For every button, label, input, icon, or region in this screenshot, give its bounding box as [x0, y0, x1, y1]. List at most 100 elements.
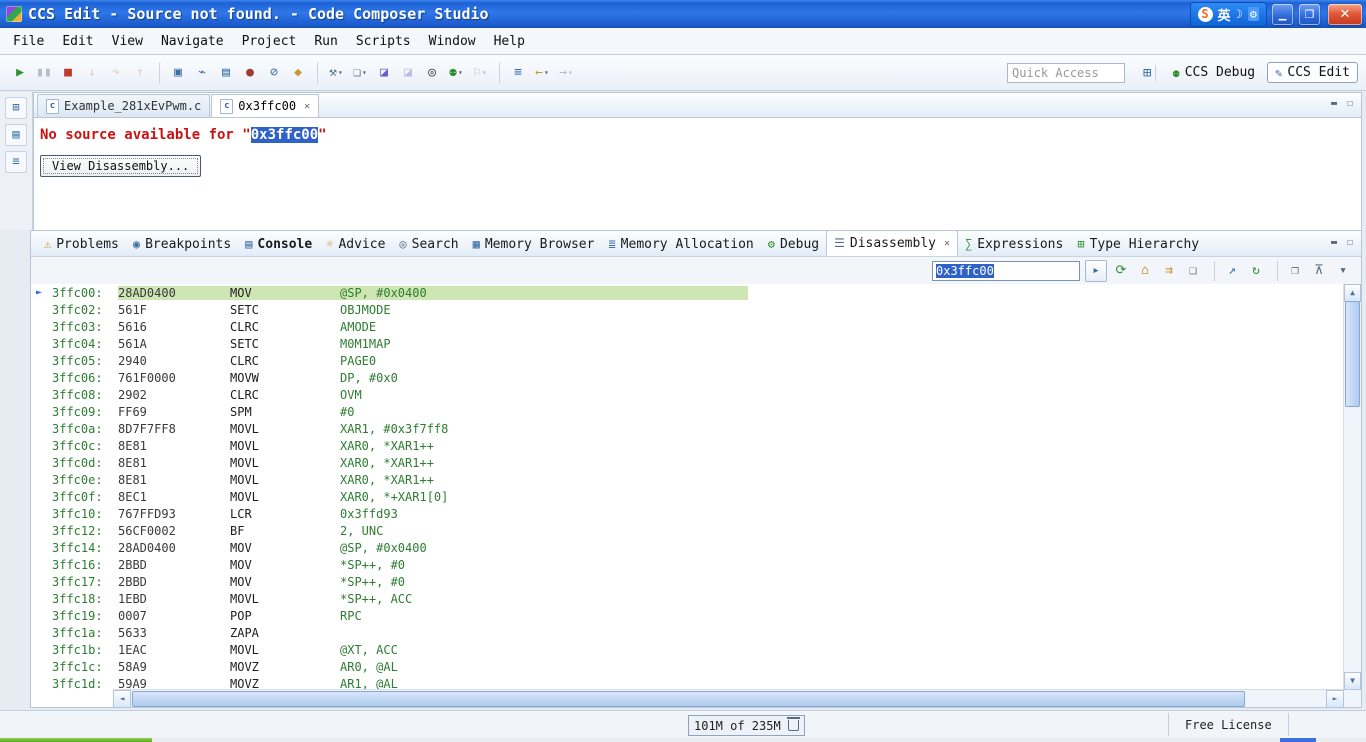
disassembly-row[interactable]: 3ffc1a: 5633 ZAPA: [31, 624, 1344, 641]
disassembly-tool-button[interactable]: ▾: [1333, 261, 1353, 281]
menu-item[interactable]: Project: [233, 29, 306, 54]
panel-tab[interactable]: ∑ Expressions: [958, 232, 1070, 256]
panel-tab[interactable]: ▦ Memory Browser: [466, 232, 602, 256]
toolbar-button[interactable]: ≡: [499, 61, 529, 84]
disassembly-row[interactable]: 3ffc16: 2BBD MOV *SP++, #0: [31, 556, 1344, 573]
toolbar-button[interactable]: ⚐: [469, 62, 491, 84]
perspective-button[interactable]: ✎ CCS Edit: [1267, 62, 1358, 83]
disassembly-tool-button[interactable]: ⟳: [1111, 261, 1131, 281]
toolbar-button[interactable]: ⚒: [317, 61, 347, 84]
maximize-view-icon[interactable]: [1347, 237, 1353, 248]
panel-tab[interactable]: ◉ Breakpoints: [126, 232, 238, 256]
close-button[interactable]: [1328, 3, 1362, 25]
toolbar-button[interactable]: ⚉: [445, 62, 467, 84]
toolbar-button[interactable]: ▣: [159, 61, 189, 84]
toolbar-button[interactable]: ■: [57, 62, 79, 84]
menu-item[interactable]: Edit: [53, 29, 102, 54]
address-input[interactable]: 0x3ffc00: [932, 260, 1080, 281]
horizontal-scrollbar[interactable]: [113, 689, 1344, 708]
toolbar-button[interactable]: ▮▮: [33, 62, 55, 84]
disassembly-row[interactable]: 3ffc19: 0007 POP RPC: [31, 607, 1344, 624]
close-icon[interactable]: [944, 238, 950, 249]
disassembly-tool-button[interactable]: ⊼: [1309, 261, 1329, 281]
minimize-button[interactable]: [1272, 3, 1293, 25]
menu-item[interactable]: Help: [485, 29, 534, 54]
toolbar-button[interactable]: ↓: [81, 62, 103, 84]
view-disassembly-button[interactable]: View Disassembly...: [40, 155, 202, 177]
disassembly-tool-button[interactable]: ▸: [1085, 259, 1107, 282]
panel-tab[interactable]: ☼ Advice: [319, 232, 392, 256]
editor-tab[interactable]: c Example_281xEvPwm.c: [37, 94, 211, 117]
editor-tab[interactable]: c 0x3ffc00: [211, 94, 320, 117]
maximize-button[interactable]: [1299, 3, 1320, 25]
vertical-scrollbar[interactable]: [1343, 284, 1361, 690]
panel-tab[interactable]: ≣ Memory Allocation: [601, 232, 760, 256]
disassembly-row[interactable]: 3ffc00: 28AD0400 MOV @SP, #0x0400: [31, 284, 1344, 301]
toolbar-button[interactable]: ◆: [287, 62, 309, 84]
disassembly-row[interactable]: 3ffc10: 767FFD93 LCR 0x3ffd93: [31, 505, 1344, 522]
disassembly-row[interactable]: 3ffc08: 2902 CLRC OVM: [31, 386, 1344, 403]
panel-tab[interactable]: ⚙ Debug: [761, 232, 826, 256]
title-bar[interactable]: CCS Edit - Source not found. - Code Comp…: [0, 0, 1366, 28]
toolbar-button[interactable]: ⌁: [191, 62, 213, 84]
minimize-view-icon[interactable]: [1331, 237, 1337, 248]
fast-view-icon[interactable]: ▤: [5, 124, 27, 146]
menu-item[interactable]: Navigate: [152, 29, 233, 54]
scroll-up-icon[interactable]: [1344, 284, 1361, 302]
disassembly-tool-button[interactable]: ❏: [1183, 261, 1203, 281]
disassembly-row[interactable]: 3ffc09: FF69 SPM #0: [31, 403, 1344, 420]
toolbar-button[interactable]: ◪: [373, 62, 395, 84]
toolbar-button[interactable]: ▶: [9, 62, 31, 84]
toolbar-button[interactable]: ↷: [105, 62, 127, 84]
disassembly-row[interactable]: 3ffc06: 761F0000 MOVW DP, #0x0: [31, 369, 1344, 386]
toolbar-button[interactable]: ◎: [421, 62, 443, 84]
panel-tab[interactable]: ◎ Search: [392, 232, 465, 256]
disassembly-row[interactable]: 3ffc17: 2BBD MOV *SP++, #0: [31, 573, 1344, 590]
ime-toolbox-icon[interactable]: ⚙: [1247, 7, 1259, 21]
disassembly-row[interactable]: 3ffc03: 5616 CLRC AMODE: [31, 318, 1344, 335]
disassembly-tool-button[interactable]: ⇉: [1159, 261, 1179, 281]
disassembly-row[interactable]: 3ffc04: 561A SETC M0M1MAP: [31, 335, 1344, 352]
toolbar-button[interactable]: ●: [239, 62, 261, 84]
ime-language-label[interactable]: 英: [1218, 5, 1231, 24]
fast-view-icon[interactable]: ⊞: [5, 97, 27, 119]
toolbar-button[interactable]: ❏: [349, 62, 371, 84]
disassembly-row[interactable]: 3ffc0e: 8E81 MOVL XAR0, *XAR1++: [31, 471, 1344, 488]
disassembly-tool-button[interactable]: ↻: [1246, 261, 1266, 281]
toolbar-button[interactable]: →: [555, 62, 577, 84]
toolbar-button[interactable]: ↑: [129, 62, 151, 84]
open-perspective-icon[interactable]: ⊞: [1139, 64, 1157, 81]
disassembly-tool-button[interactable]: ❐: [1277, 260, 1305, 281]
disassembly-row[interactable]: 3ffc0c: 8E81 MOVL XAR0, *XAR1++: [31, 437, 1344, 454]
menu-item[interactable]: File: [4, 29, 53, 54]
disassembly-row[interactable]: 3ffc05: 2940 CLRC PAGE0: [31, 352, 1344, 369]
disassembly-row[interactable]: 3ffc12: 56CF0002 BF 2, UNC: [31, 522, 1344, 539]
menu-item[interactable]: View: [103, 29, 152, 54]
maximize-view-icon[interactable]: [1347, 98, 1353, 109]
garbage-collect-icon[interactable]: [786, 717, 800, 731]
toolbar-button[interactable]: ◪: [397, 62, 419, 84]
ime-language-bar[interactable]: S 英 ☽ ⚙: [1190, 2, 1266, 26]
menu-item[interactable]: Run: [305, 29, 346, 54]
disassembly-row[interactable]: 3ffc0f: 8EC1 MOVL XAR0, *+XAR1[0]: [31, 488, 1344, 505]
disassembly-row[interactable]: 3ffc0a: 8D7F7FF8 MOVL XAR1, #0x3f7ff8: [31, 420, 1344, 437]
toolbar-button[interactable]: ▤: [215, 62, 237, 84]
quick-access-input[interactable]: [1007, 62, 1126, 83]
disassembly-row[interactable]: 3ffc1c: 58A9 MOVZ AR0, @AL: [31, 658, 1344, 675]
disassembly-row[interactable]: 3ffc14: 28AD0400 MOV @SP, #0x0400: [31, 539, 1344, 556]
menu-item[interactable]: Scripts: [347, 29, 420, 54]
ime-mode-icon[interactable]: ☽: [1236, 7, 1243, 21]
sogou-logo-icon[interactable]: S: [1197, 6, 1213, 22]
disassembly-row[interactable]: 3ffc02: 561F SETC OBJMODE: [31, 301, 1344, 318]
disassembly-row[interactable]: 3ffc1b: 1EAC MOVL @XT, ACC: [31, 641, 1344, 658]
fast-view-icon[interactable]: ≡: [5, 151, 27, 173]
scroll-right-icon[interactable]: [1326, 690, 1344, 708]
disassembly-row[interactable]: 3ffc0d: 8E81 MOVL XAR0, *XAR1++: [31, 454, 1344, 471]
toolbar-button[interactable]: ⊘: [263, 62, 285, 84]
scroll-left-icon[interactable]: [113, 690, 131, 708]
menu-item[interactable]: Window: [420, 29, 485, 54]
perspective-button[interactable]: ⚉ CCS Debug: [1164, 62, 1263, 83]
scrollbar-thumb[interactable]: [1345, 301, 1360, 407]
disassembly-tool-button[interactable]: ↗: [1214, 260, 1242, 281]
panel-tab[interactable]: ☰ Disassembly: [826, 230, 958, 256]
